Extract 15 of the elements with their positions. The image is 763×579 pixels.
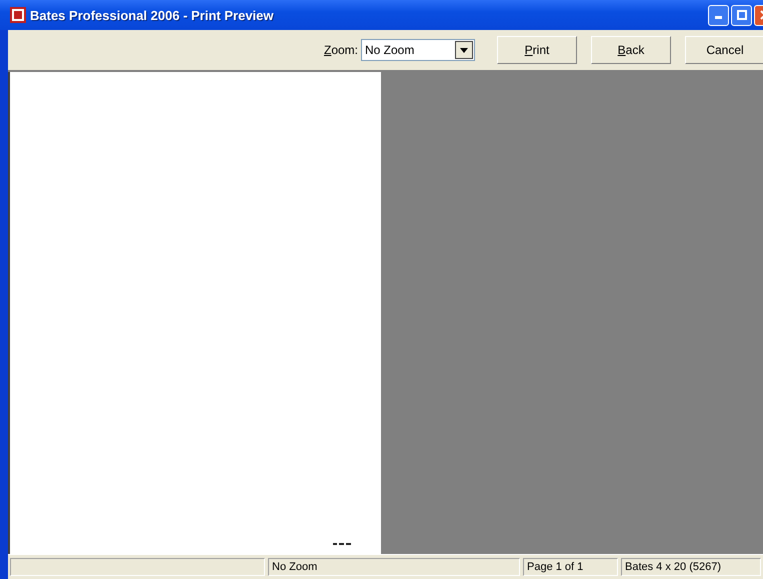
app-icon: [10, 7, 26, 23]
zoom-dropdown[interactable]: No Zoom: [361, 39, 475, 61]
toolbar-button[interactable]: Back: [591, 36, 671, 64]
window-title: Bates Professional 2006 - Print Preview: [30, 8, 274, 22]
minimize-button[interactable]: [708, 4, 729, 26]
maximize-button[interactable]: [731, 4, 752, 26]
maximize-icon: [736, 10, 746, 20]
toolbar-button[interactable]: Cancel: [685, 36, 763, 64]
status-pane: Page 1 of 1: [523, 558, 618, 576]
status-pane: No Zoom: [268, 558, 520, 576]
zoom-label: Zoom:: [324, 43, 358, 57]
status-pane: Bates 4 x 20 (5267): [621, 558, 761, 576]
caret-icon: [460, 48, 468, 52]
toolbar-button[interactable]: Print: [497, 36, 577, 64]
page-stamp-mark: [333, 542, 351, 546]
